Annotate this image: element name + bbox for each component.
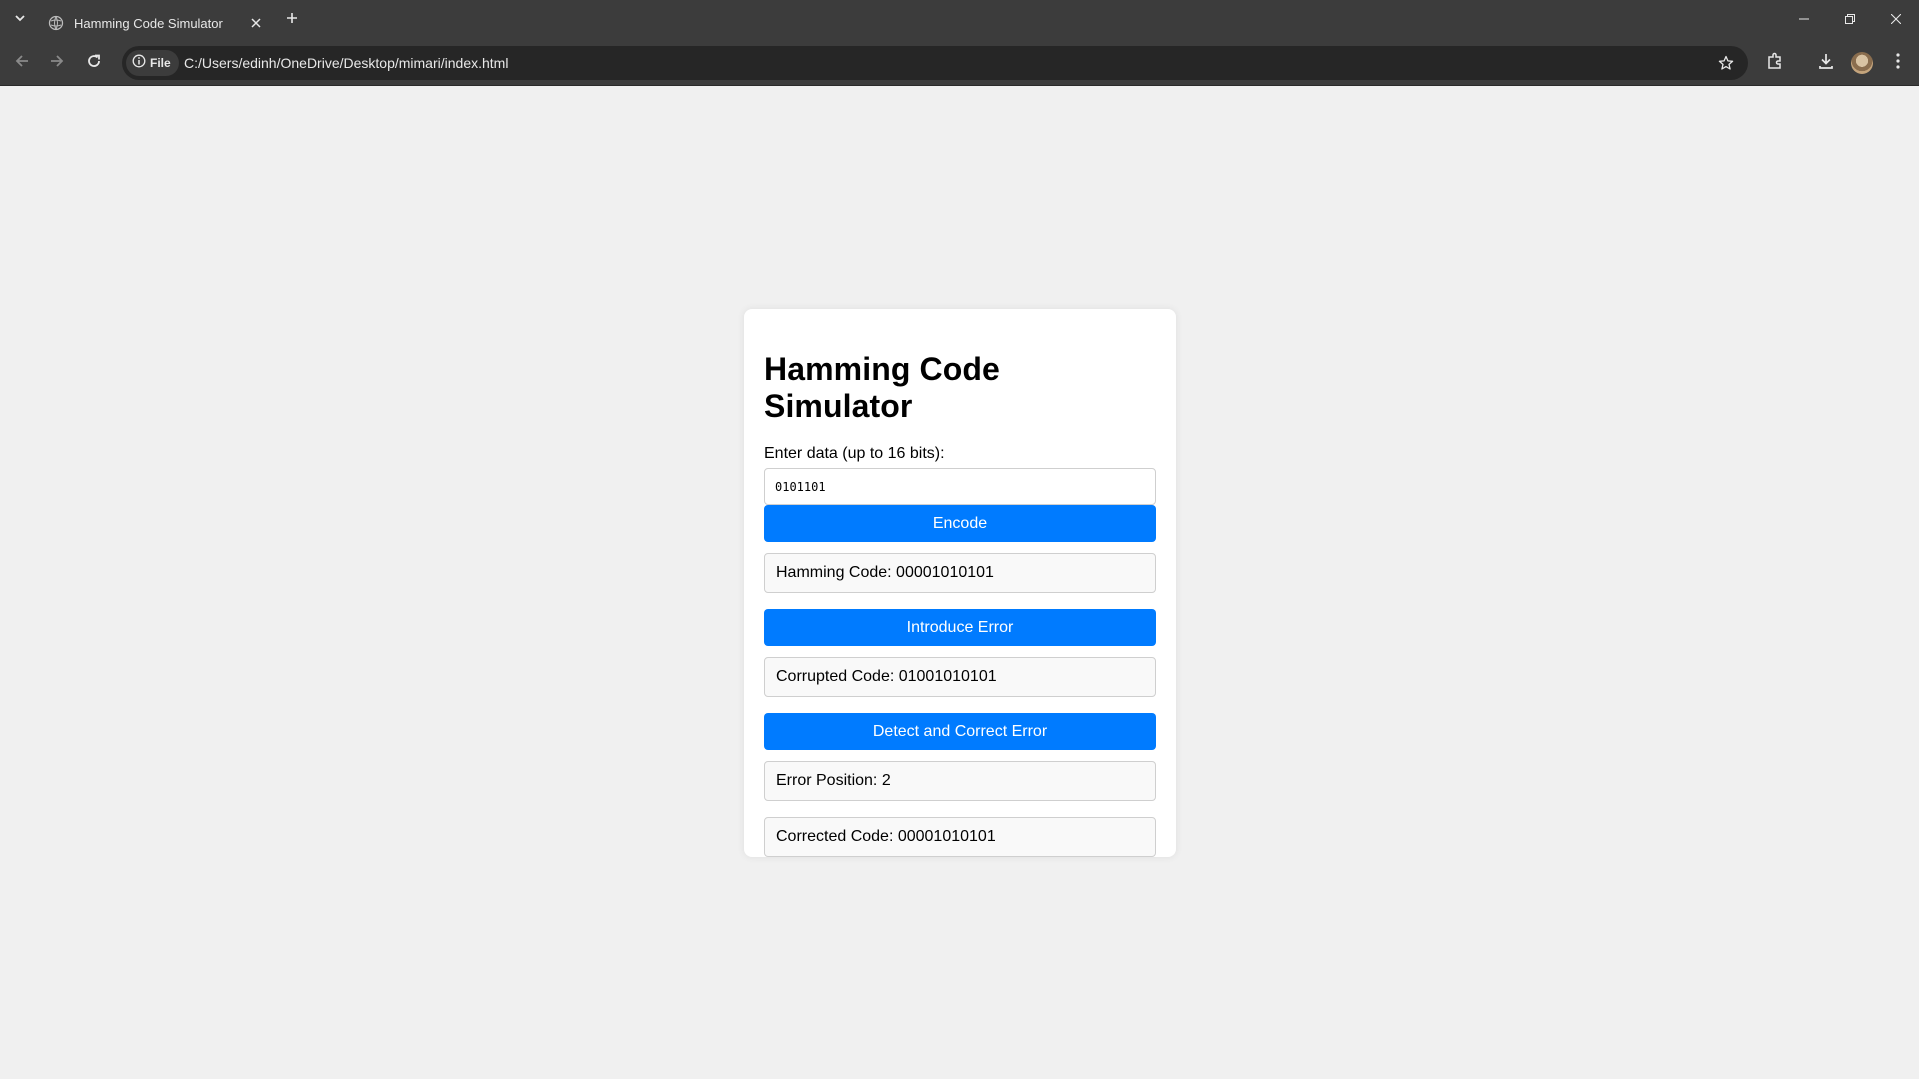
forward-icon — [49, 53, 65, 74]
browser-tab[interactable]: Hamming Code Simulator — [38, 6, 274, 40]
minimize-icon — [1799, 11, 1809, 29]
new-tab-button[interactable] — [280, 8, 304, 32]
url-text: C:/Users/edinh/OneDrive/Desktop/mimari/i… — [184, 55, 509, 71]
page-title: Hamming Code Simulator — [764, 351, 1000, 424]
browser-toolbar: File C:/Users/edinh/OneDrive/Desktop/mim… — [0, 40, 1919, 86]
tab-title: Hamming Code Simulator — [74, 15, 223, 31]
minimize-button[interactable] — [1781, 0, 1827, 40]
globe-icon — [48, 15, 64, 31]
corrupted-code-output: Corrupted Code: 01001010101 — [764, 657, 1156, 697]
reload-button[interactable] — [80, 49, 108, 77]
forward-button[interactable] — [43, 49, 71, 77]
site-chip-label: File — [150, 56, 171, 70]
chevron-down-icon — [14, 11, 26, 29]
restore-button[interactable] — [1827, 0, 1873, 40]
simulator-card: Hamming Code Simulator Enter data (up to… — [744, 309, 1176, 857]
data-input-label: Enter data (up to 16 bits): — [764, 445, 945, 462]
star-icon[interactable] — [1716, 53, 1736, 73]
data-input[interactable] — [764, 468, 1156, 505]
back-button[interactable] — [8, 49, 36, 77]
back-icon — [14, 53, 30, 74]
menu-button[interactable] — [1884, 49, 1912, 77]
detect-correct-button[interactable]: Detect and Correct Error — [764, 713, 1156, 750]
info-icon — [132, 54, 146, 73]
tab-strip: Hamming Code Simulator — [0, 0, 1919, 40]
more-icon — [1896, 52, 1900, 74]
downloads-button[interactable] — [1812, 49, 1840, 77]
hamming-code-output: Hamming Code: 00001010101 — [764, 553, 1156, 593]
encode-button[interactable]: Encode — [764, 505, 1156, 542]
corrected-code-output: Corrected Code: 00001010101 — [764, 817, 1156, 857]
download-icon — [1817, 52, 1835, 75]
extensions-icon — [1766, 52, 1784, 75]
extensions-button[interactable] — [1761, 49, 1789, 77]
profile-avatar[interactable] — [1851, 52, 1873, 74]
window-close-button[interactable] — [1873, 0, 1919, 40]
introduce-error-button[interactable]: Introduce Error — [764, 609, 1156, 646]
tab-search-button[interactable] — [8, 8, 32, 32]
window-close-icon — [1890, 11, 1902, 29]
address-bar[interactable]: File C:/Users/edinh/OneDrive/Desktop/mim… — [122, 46, 1748, 80]
site-info-chip[interactable]: File — [126, 50, 179, 76]
error-position-output: Error Position: 2 — [764, 761, 1156, 801]
close-tab-icon[interactable] — [244, 11, 268, 35]
plus-icon — [286, 11, 298, 29]
reload-icon — [86, 53, 102, 74]
restore-icon — [1845, 11, 1855, 29]
